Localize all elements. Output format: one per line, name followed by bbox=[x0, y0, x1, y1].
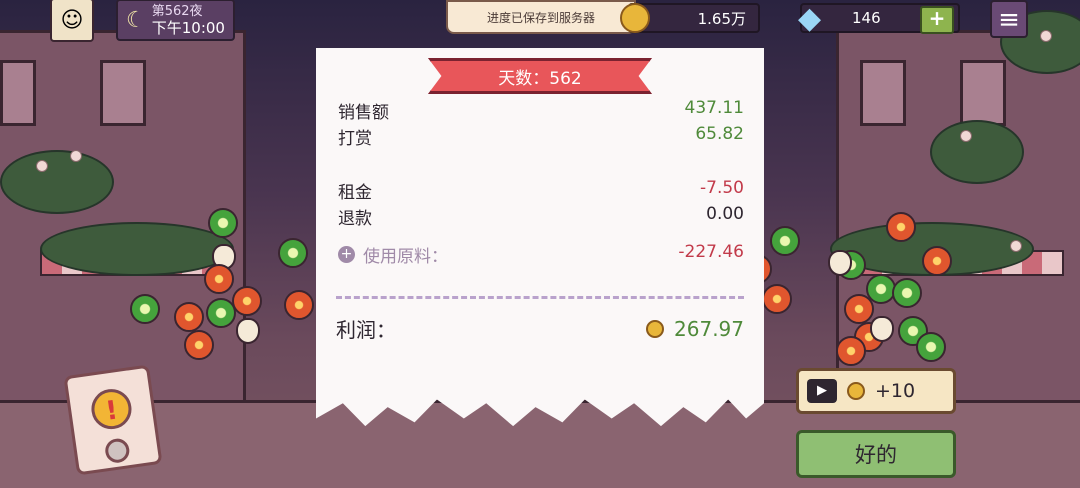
tomato-slice-icon bbox=[284, 290, 314, 320]
rent-row: 租金 -7.50 bbox=[338, 178, 744, 203]
coin-icon bbox=[620, 3, 650, 33]
day-time-panel: ☾ 第562夜 下午10:00 bbox=[116, 0, 235, 41]
sales-label: 销售额 bbox=[338, 103, 389, 123]
ok-button[interactable]: 好的 bbox=[796, 430, 956, 478]
expand-plus-icon[interactable]: + bbox=[338, 246, 355, 263]
save-toast: 进度已保存到服务器 bbox=[446, 0, 636, 34]
right-window bbox=[960, 60, 1006, 126]
garlic-icon bbox=[828, 250, 852, 276]
receipt-divider bbox=[336, 296, 744, 299]
add-gems-button[interactable]: + bbox=[920, 6, 954, 34]
coin-amount: 1.65万 bbox=[697, 9, 746, 28]
pepper-slice-icon bbox=[130, 294, 160, 324]
tomato-slice-icon bbox=[232, 286, 262, 316]
tomato-slice-icon bbox=[762, 284, 792, 314]
phone-home-dot bbox=[103, 437, 131, 465]
alert-phone-button[interactable]: ! bbox=[63, 364, 163, 476]
coin-balance[interactable]: 1.65万 bbox=[620, 3, 760, 33]
left-plant bbox=[0, 150, 114, 214]
gem-amount: 146 bbox=[852, 9, 881, 27]
tomato-slice-icon bbox=[922, 246, 952, 276]
tomato-slice-icon bbox=[174, 302, 204, 332]
moon-icon: ☾ bbox=[126, 7, 146, 33]
pepper-slice-icon bbox=[916, 332, 946, 362]
hamburger-menu-icon[interactable]: ≡ bbox=[990, 0, 1028, 38]
night-counter: 第562夜 bbox=[151, 4, 203, 19]
pepper-slice-icon bbox=[206, 298, 236, 328]
sales-value: 437.11 bbox=[684, 98, 744, 118]
refund-row: 退款 0.00 bbox=[338, 204, 744, 229]
ingredients-label: 使用原料： bbox=[363, 247, 448, 267]
flower-decoration bbox=[1040, 30, 1052, 42]
tips-label: 打赏 bbox=[338, 129, 372, 149]
gem-balance: ◆ 146 + bbox=[798, 1, 960, 36]
flower-decoration bbox=[1010, 240, 1022, 252]
pepper-slice-icon bbox=[278, 238, 308, 268]
right-plant bbox=[930, 120, 1024, 184]
diamond-icon: ◆ bbox=[798, 1, 822, 36]
profit-label: 利润： bbox=[336, 318, 396, 342]
ingredients-value: -227.46 bbox=[678, 242, 744, 262]
flower-decoration bbox=[960, 130, 972, 142]
tomato-slice-icon bbox=[844, 294, 874, 324]
pepper-slice-icon bbox=[892, 278, 922, 308]
player-status: ☺ ☾ 第562夜 下午10:00 bbox=[50, 0, 235, 42]
ad-reward-label: +10 bbox=[875, 380, 916, 402]
pepper-slice-icon bbox=[208, 208, 238, 238]
tomato-slice-icon bbox=[184, 330, 214, 360]
left-window bbox=[100, 60, 146, 126]
tomato-slice-icon bbox=[836, 336, 866, 366]
pepper-slice-icon bbox=[770, 226, 800, 256]
coin-icon bbox=[646, 319, 665, 338]
refund-label: 退款 bbox=[338, 209, 372, 229]
tips-value: 65.82 bbox=[695, 124, 744, 144]
coin-icon bbox=[847, 382, 865, 400]
rent-label: 租金 bbox=[338, 183, 372, 203]
rent-value: -7.50 bbox=[700, 178, 744, 198]
play-video-icon: ▶ bbox=[807, 379, 837, 403]
profit-value: 267.97 bbox=[674, 316, 744, 341]
watch-ad-button[interactable]: ▶ +10 bbox=[796, 368, 956, 414]
profit-row: 利润： 267.97 bbox=[336, 314, 744, 343]
sales-row: 销售额 437.11 bbox=[338, 98, 744, 123]
refund-value: 0.00 bbox=[706, 204, 744, 224]
left-plant bbox=[40, 222, 234, 276]
exclamation-icon: ! bbox=[88, 386, 135, 432]
girl-avatar-icon[interactable]: ☺ bbox=[50, 0, 94, 42]
ingredients-row[interactable]: + 使用原料： -227.46 bbox=[338, 242, 744, 267]
right-window bbox=[860, 60, 906, 126]
tomato-slice-icon bbox=[204, 264, 234, 294]
left-window bbox=[0, 60, 36, 126]
garlic-icon bbox=[870, 316, 894, 342]
flower-decoration bbox=[70, 150, 82, 162]
clock-time: 下午10:00 bbox=[151, 19, 225, 37]
tips-row: 打赏 65.82 bbox=[338, 124, 744, 149]
tomato-slice-icon bbox=[886, 212, 916, 242]
flower-decoration bbox=[36, 160, 48, 172]
day-banner: 天数：562 bbox=[428, 58, 652, 94]
garlic-icon bbox=[236, 318, 260, 344]
